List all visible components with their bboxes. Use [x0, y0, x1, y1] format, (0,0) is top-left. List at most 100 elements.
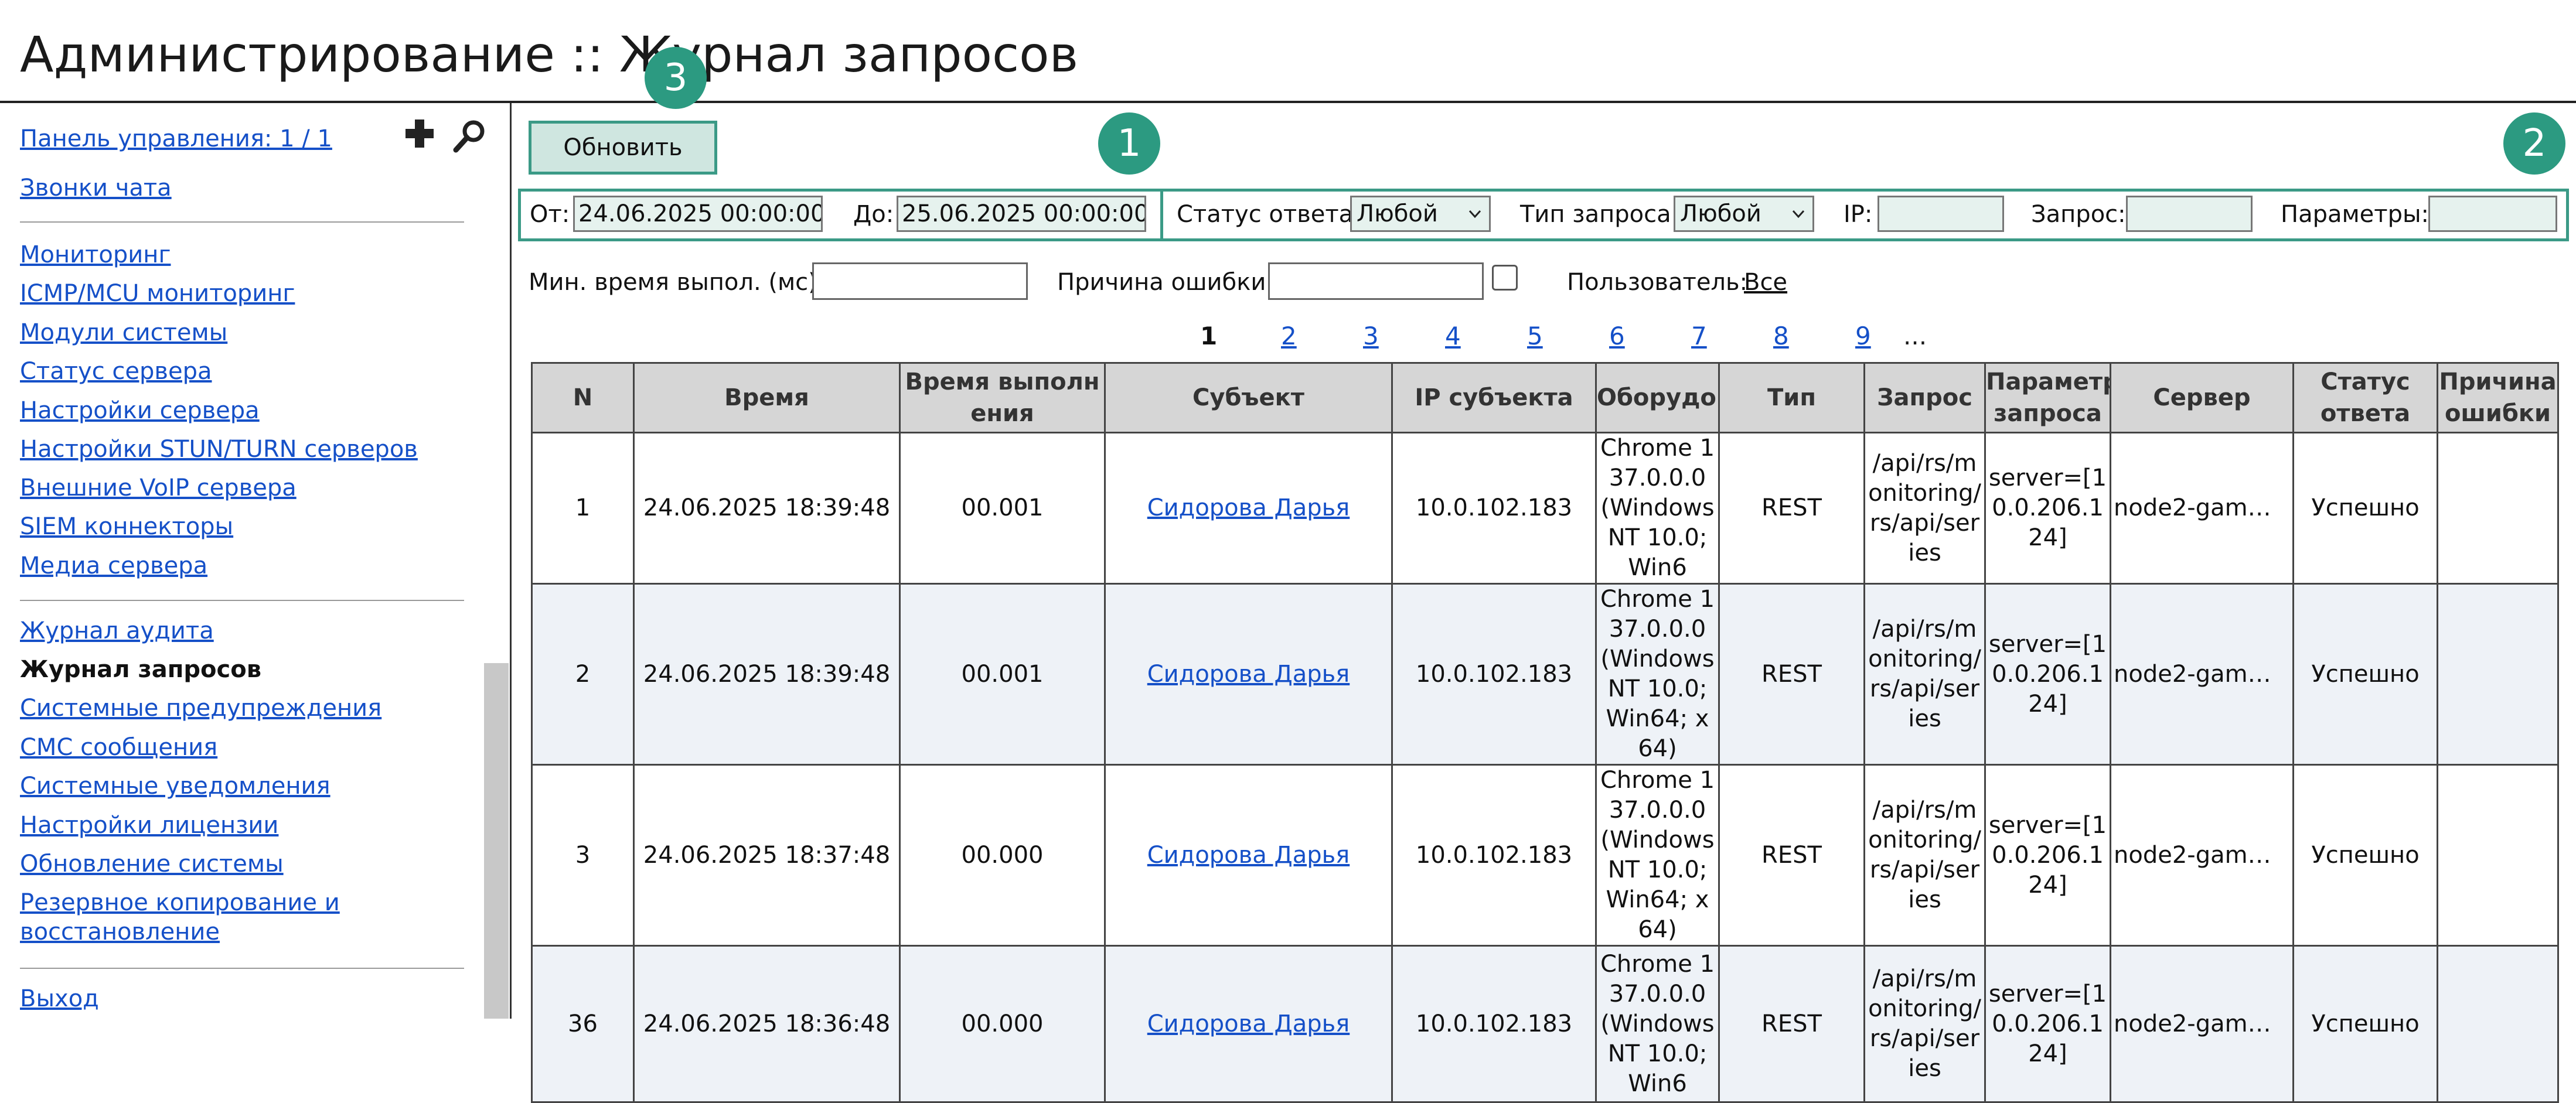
table-header-row: N Время Время выполнения Субъект IP субъ…	[531, 362, 2559, 433]
page-8[interactable]: 8	[1773, 319, 1789, 354]
to-date-input[interactable]: 25.06.2025 00:00:00	[897, 196, 1146, 232]
page-2[interactable]: 2	[1281, 319, 1297, 354]
page-7[interactable]: 7	[1691, 319, 1707, 354]
pagination-ellipsis: ...	[1903, 322, 1927, 350]
plus-icon[interactable]	[403, 117, 436, 150]
cell-ip: 10.0.102.183	[1391, 583, 1597, 766]
search-icon[interactable]	[451, 117, 489, 155]
table-row[interactable]: 2 24.06.2025 18:39:48 00.001 Сидорова Да…	[531, 583, 2559, 766]
response-status-label: Статус ответа:	[1177, 201, 1361, 228]
cell-duration: 00.000	[899, 764, 1106, 947]
cell-request: /api/rs/monitoring/rs/api/series	[1863, 764, 1986, 947]
sidebar-item-request-log[interactable]: Журнал запросов	[20, 655, 261, 684]
ip-input[interactable]	[1878, 196, 2004, 232]
cell-device: Chrome 137.0.0.0 (Windows NT 10.0; Win64…	[1595, 764, 1720, 947]
col-header-request[interactable]: Запрос	[1863, 362, 1986, 433]
subject-link[interactable]: Сидорова Дарья	[1147, 1010, 1350, 1037]
cell-device: Chrome 137.0.0.0 (Windows NT 10.0; Win6	[1595, 945, 1720, 1103]
sidebar-divider	[20, 968, 464, 969]
min-time-input[interactable]	[812, 262, 1028, 300]
cell-subject: Сидорова Дарья	[1104, 945, 1393, 1103]
cell-time: 24.06.2025 18:39:48	[633, 432, 901, 585]
col-header-type[interactable]: Тип	[1718, 362, 1865, 433]
from-label: От:	[530, 201, 570, 228]
table-row[interactable]: 1 24.06.2025 18:39:48 00.001 Сидорова Да…	[531, 432, 2559, 585]
error-reason-checkbox[interactable]	[1492, 265, 1518, 291]
col-header-status[interactable]: Статус ответа	[2292, 362, 2438, 433]
page-6[interactable]: 6	[1609, 319, 1625, 354]
sidebar-item-system-notifications[interactable]: Системные уведомления	[20, 771, 330, 801]
sidebar-item-chat-calls[interactable]: Звонки чата	[20, 173, 172, 203]
response-status-select[interactable]: Любой	[1350, 196, 1491, 232]
sidebar-item-system-update[interactable]: Обновление системы	[20, 849, 284, 879]
page-title: Администрирование :: Журнал запросов	[20, 26, 1079, 83]
cell-subject: Сидорова Дарья	[1104, 583, 1393, 766]
cell-params: server=[10.0.206.124]	[1984, 432, 2111, 585]
col-header-time[interactable]: Время	[633, 362, 901, 433]
cell-status: Успешно	[2292, 945, 2438, 1103]
page-1: 1	[1200, 322, 1218, 350]
sidebar-divider	[20, 600, 464, 601]
error-reason-input[interactable]	[1268, 262, 1484, 300]
page-9[interactable]: 9	[1855, 319, 1871, 354]
sidebar-item-sms[interactable]: СМС сообщения	[20, 733, 217, 762]
col-header-n[interactable]: N	[531, 362, 635, 433]
col-header-subject[interactable]: Субъект	[1104, 362, 1393, 433]
cell-server: node2-gamma...	[2110, 583, 2294, 766]
subject-link[interactable]: Сидорова Дарья	[1147, 661, 1350, 688]
sidebar-item-license[interactable]: Настройки лицензии	[20, 811, 278, 840]
control-panel-link[interactable]: Панель управления: 1 / 1	[20, 125, 332, 152]
sidebar-border	[510, 103, 512, 1019]
table-row[interactable]: 36 24.06.2025 18:36:48 00.000 Сидорова Д…	[531, 945, 2559, 1103]
cell-server: node2-gamma...	[2110, 432, 2294, 585]
cell-status: Успешно	[2292, 583, 2438, 766]
cell-subject: Сидорова Дарья	[1104, 432, 1393, 585]
sidebar-item-icmp-mcu[interactable]: ICMP/MCU мониторинг	[20, 279, 295, 308]
sidebar-item-modules[interactable]: Модули системы	[20, 318, 227, 347]
to-label: До:	[853, 201, 894, 228]
from-date-input[interactable]: 24.06.2025 00:00:00	[573, 196, 823, 232]
request-type-select[interactable]: Любой	[1674, 196, 1814, 232]
sidebar-item-server-settings[interactable]: Настройки сервера	[20, 396, 260, 425]
filters-divider	[1160, 189, 1163, 241]
page-3[interactable]: 3	[1363, 319, 1379, 354]
cell-device: Chrome 137.0.0.0 (Windows NT 10.0; Win64…	[1595, 583, 1720, 766]
params-input[interactable]	[2428, 196, 2557, 232]
cell-server: node2-gamma...	[2110, 764, 2294, 947]
sidebar-item-system-warnings[interactable]: Системные предупреждения	[20, 694, 381, 723]
request-log-table: N Время Время выполнения Субъект IP субъ…	[531, 362, 2559, 1103]
refresh-button[interactable]: Обновить	[529, 121, 717, 175]
col-header-error[interactable]: Причина ошибки	[2437, 362, 2559, 433]
sidebar-item-siem[interactable]: SIEM коннекторы	[20, 512, 233, 541]
table-row[interactable]: 3 24.06.2025 18:37:48 00.000 Сидорова Да…	[531, 764, 2559, 947]
sidebar-item-media-servers[interactable]: Медиа сервера	[20, 551, 207, 580]
subject-link[interactable]: Сидорова Дарья	[1147, 842, 1350, 869]
page-5[interactable]: 5	[1527, 319, 1543, 354]
sidebar-item-audit-log[interactable]: Журнал аудита	[20, 616, 214, 646]
ip-label: IP:	[1844, 201, 1873, 228]
cell-error	[2437, 432, 2559, 585]
sidebar-scrollbar[interactable]	[484, 663, 509, 1019]
cell-duration: 00.000	[899, 945, 1106, 1103]
col-header-duration[interactable]: Время выполнения	[899, 362, 1106, 433]
col-header-device[interactable]: Оборудование	[1595, 362, 1720, 433]
page-4[interactable]: 4	[1445, 319, 1461, 354]
sidebar-item-logout[interactable]: Выход	[20, 984, 99, 1013]
cell-type: REST	[1718, 583, 1865, 766]
min-time-label: Мин. время выпол. (мс):	[529, 269, 826, 296]
cell-n: 1	[531, 432, 635, 585]
request-input[interactable]	[2126, 196, 2253, 232]
sidebar-item-server-status[interactable]: Статус сервера	[20, 357, 212, 386]
sidebar-item-monitoring[interactable]: Мониторинг	[20, 240, 171, 269]
col-header-params[interactable]: Параметры запроса	[1984, 362, 2111, 433]
subject-link[interactable]: Сидорова Дарья	[1147, 494, 1350, 521]
col-header-ip[interactable]: IP субъекта	[1391, 362, 1597, 433]
cell-params: server=[10.0.206.124]	[1984, 945, 2111, 1103]
sidebar-item-voip[interactable]: Внешние VoIP сервера	[20, 473, 297, 503]
col-header-server[interactable]: Сервер	[2110, 362, 2294, 433]
sidebar-item-backup[interactable]: Резервное копирование и восстановление	[20, 888, 372, 947]
cell-ip: 10.0.102.183	[1391, 945, 1597, 1103]
user-filter-link[interactable]: Все	[1744, 266, 1787, 299]
sidebar-item-stun-turn[interactable]: Настройки STUN/TURN серверов	[20, 435, 418, 464]
cell-request: /api/rs/monitoring/rs/api/series	[1863, 945, 1986, 1103]
